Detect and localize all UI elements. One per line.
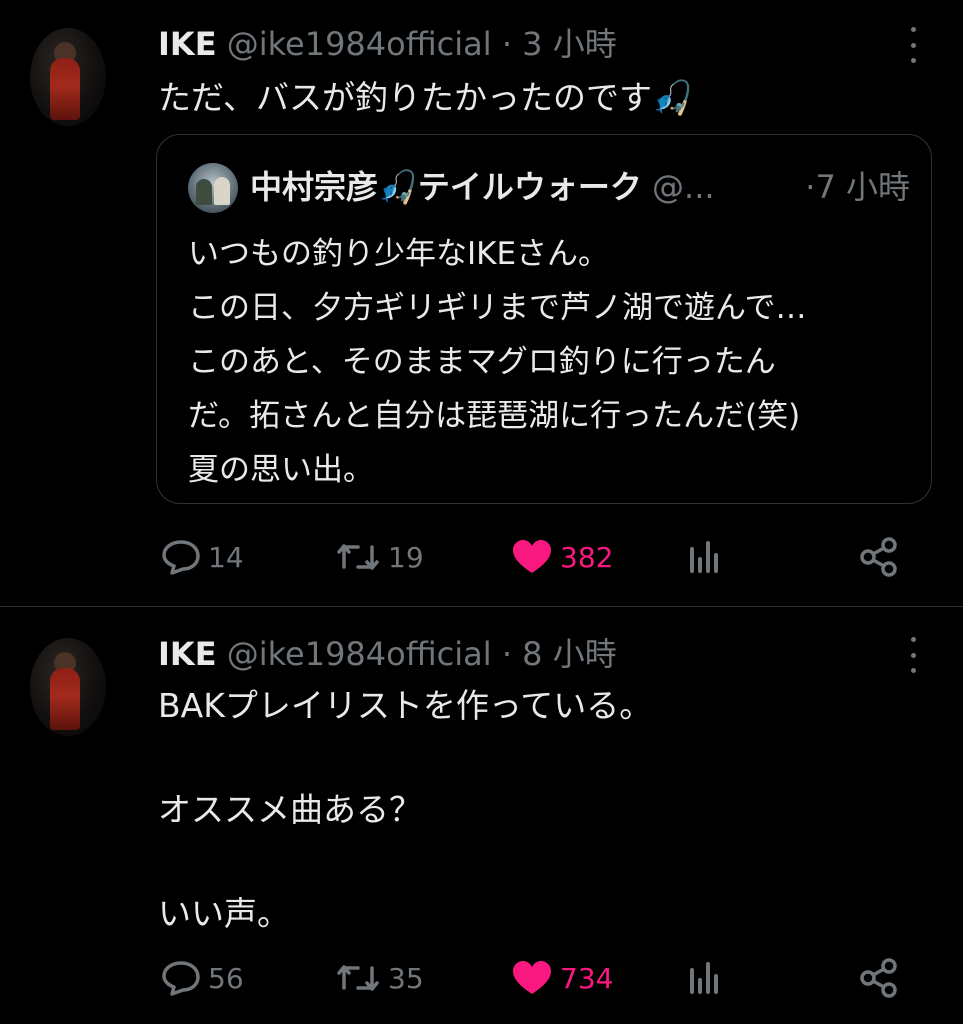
share-button[interactable] (858, 953, 900, 1003)
tweet-time[interactable]: 8 小時 (522, 635, 617, 673)
retweet-count: 35 (388, 961, 424, 995)
views-icon (690, 962, 718, 994)
author-name[interactable]: IKE (158, 635, 217, 673)
retweet-button[interactable]: 35 (334, 953, 424, 1003)
avatar[interactable] (30, 638, 106, 736)
separator: · (501, 635, 512, 673)
action-bar: 56 35 734 (0, 953, 963, 1003)
like-count: 734 (560, 961, 614, 995)
author-handle[interactable]: @ike1984official (227, 635, 492, 673)
more-icon[interactable] (903, 637, 923, 673)
tweet-header: IKE @ike1984official · 8 小時 (158, 634, 617, 674)
like-button[interactable]: 734 (510, 953, 613, 1003)
tweet-text: BAKプレイリストを作っている。 オススメ曲ある？ いい声。 (158, 686, 653, 933)
reply-icon (162, 961, 200, 996)
reply-count: 56 (208, 961, 244, 995)
tweet[interactable]: IKE @ike1984official · 8 小時 BAKプレイリストを作っ… (0, 0, 963, 1024)
like-icon (513, 961, 551, 994)
reply-button[interactable]: 56 (160, 953, 244, 1003)
share-icon (860, 958, 897, 998)
retweet-icon (337, 965, 379, 991)
views-button[interactable] (688, 953, 724, 1003)
